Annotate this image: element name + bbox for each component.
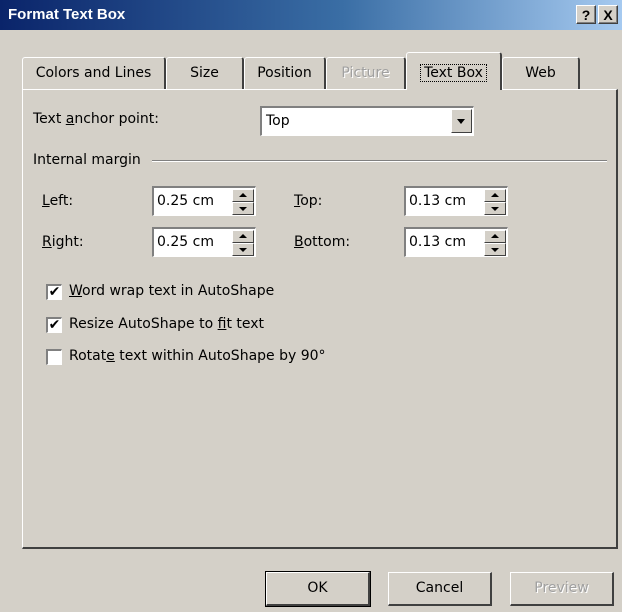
tab-web[interactable]: Web [502,57,580,89]
checkmark-icon: ✔ [48,317,61,333]
resize-autoshape-label[interactable]: Resize AutoShape to fit text [69,316,264,332]
spin-up-button[interactable] [232,189,254,202]
arrow-down-icon [491,207,499,211]
rotate-text-checkbox[interactable] [46,349,62,365]
anchor-value: Top [266,113,290,129]
right-margin-label: Right: [42,234,84,250]
dropdown-button[interactable] [451,109,472,133]
bottom-margin-label: Bottom: [294,234,351,250]
left-margin-value: 0.25 cm [157,193,214,209]
internal-margin-title: Internal margin [33,152,141,168]
bottom-margin-spinner[interactable]: 0.13 cm [404,227,508,257]
left-margin-label: Left: [42,193,74,209]
rotate-text-label[interactable]: Rotate text within AutoShape by 90° [69,348,326,364]
anchor-dropdown[interactable]: Top [260,106,474,136]
spin-down-button[interactable] [484,243,506,256]
close-button[interactable]: X [598,5,618,24]
tab-label: Position [257,65,312,81]
arrow-up-icon [239,234,247,238]
top-margin-spinner[interactable]: 0.13 cm [404,186,508,216]
arrow-down-icon [239,248,247,252]
resize-autoshape-checkbox[interactable]: ✔ [46,317,62,333]
spin-down-button[interactable] [232,243,254,256]
tab-label: Colors and Lines [35,65,152,81]
right-margin-spinner[interactable]: 0.25 cm [152,227,256,257]
spin-up-button[interactable] [484,230,506,243]
arrow-up-icon [491,193,499,197]
bottom-margin-value: 0.13 cm [409,234,466,250]
close-icon: X [603,7,613,23]
group-divider [152,160,607,162]
tab-label: Picture [341,65,390,81]
help-button[interactable]: ? [576,5,596,24]
spin-down-button[interactable] [484,202,506,215]
arrow-down-icon [239,207,247,211]
tab-position[interactable]: Position [244,57,326,89]
arrow-up-icon [491,234,499,238]
anchor-label: Text anchor point: [33,111,159,127]
top-margin-label: Top: [294,193,323,209]
tab-label: Text Box [420,64,487,82]
right-margin-value: 0.25 cm [157,234,214,250]
spin-up-button[interactable] [484,189,506,202]
help-icon: ? [581,7,591,23]
checkmark-icon: ✔ [48,284,61,300]
tab-size[interactable]: Size [166,57,244,89]
tab-label: Web [525,65,556,81]
title-bar[interactable]: Format Text Box ? X [0,0,622,30]
ok-button[interactable]: OK [265,571,371,607]
left-margin-spinner[interactable]: 0.25 cm [152,186,256,216]
top-margin-value: 0.13 cm [409,193,466,209]
spin-up-button[interactable] [232,230,254,243]
tab-colors-and-lines[interactable]: Colors and Lines [22,57,166,89]
word-wrap-checkbox[interactable]: ✔ [46,284,62,300]
spin-down-button[interactable] [232,202,254,215]
chevron-down-icon [457,119,465,124]
arrow-up-icon [239,193,247,197]
window-title: Format Text Box [8,6,126,23]
preview-button: Preview [510,572,614,606]
tab-picture: Picture [326,57,406,89]
cancel-button[interactable]: Cancel [388,572,492,606]
tab-text-box[interactable]: Text Box [406,52,502,90]
arrow-down-icon [491,248,499,252]
tab-label: Size [190,65,219,81]
word-wrap-label[interactable]: Word wrap text in AutoShape [69,283,274,299]
